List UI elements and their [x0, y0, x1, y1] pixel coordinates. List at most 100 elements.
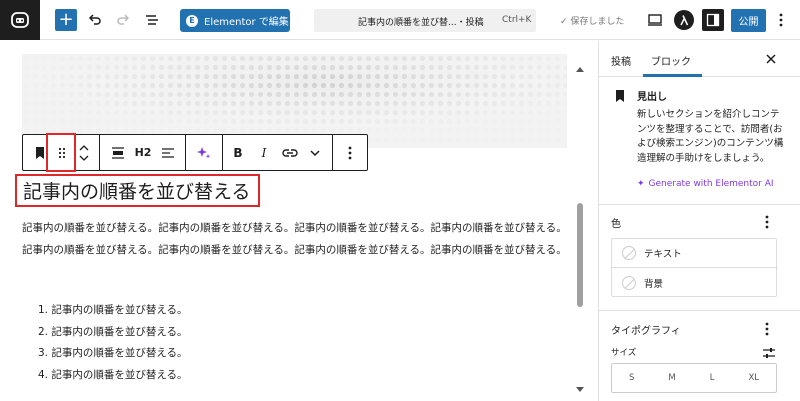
jetpack-button[interactable] [674, 10, 694, 30]
move-up-down-button[interactable] [75, 135, 93, 170]
bold-button[interactable]: B [227, 135, 249, 170]
italic-button[interactable]: I [253, 135, 275, 170]
lambda-icon [680, 15, 689, 26]
list-item[interactable]: 1. 記事内の順番を並び替える。 [38, 300, 188, 322]
caret-down-icon [576, 387, 584, 392]
color-options-button[interactable] [765, 214, 773, 229]
undo-button[interactable] [86, 11, 104, 29]
more-vertical-icon [765, 215, 769, 229]
background-color-option[interactable]: 背景 [612, 268, 778, 297]
settings-sidebar-toggle[interactable] [702, 9, 724, 31]
tab-post[interactable]: 投稿 [611, 53, 631, 68]
color-swatch-icon [622, 275, 636, 290]
italic-icon: I [261, 145, 267, 160]
ai-button[interactable] [192, 135, 216, 170]
plus-icon: + [58, 9, 74, 30]
document-overview-button[interactable] [143, 11, 161, 29]
heading-block[interactable]: 記事内の順番を並び替える [23, 177, 250, 204]
options-button[interactable] [772, 11, 790, 29]
ai-link-label: Generate with Elementor AI [648, 179, 774, 189]
active-tab-indicator [643, 74, 702, 77]
sparkle-icon [197, 146, 211, 158]
size-option-m[interactable]: M [668, 373, 675, 383]
typography-panel-title: タイポグラフィ [611, 326, 681, 337]
list-item[interactable]: 4. 記事内の順番を並び替える。 [38, 365, 188, 387]
panel-divider [599, 204, 800, 205]
text-align-button[interactable] [157, 135, 179, 170]
panel-divider [599, 310, 800, 311]
command-shortcut: Ctrl+K [502, 15, 532, 25]
bookmark-icon [36, 146, 44, 159]
more-vertical-icon [765, 322, 769, 336]
redo-button[interactable] [114, 11, 132, 29]
undo-icon [88, 14, 101, 25]
custom-size-button[interactable] [762, 344, 776, 358]
more-vertical-icon [348, 146, 352, 159]
editor-header: + E Elementor で編集 記事内の順番を並び替...・投稿 Ctrl+… [0, 0, 800, 40]
toolbar-divider [99, 135, 100, 170]
sidebar-tabs: 投稿 ブロック [599, 41, 800, 77]
elementor-icon: E [186, 14, 198, 27]
close-icon [766, 54, 776, 64]
elementor-button-label: Elementor で編集 [204, 17, 289, 28]
align-none-icon [112, 146, 124, 159]
color-swatch-icon [622, 246, 636, 260]
heading-level-button[interactable]: H2 [131, 135, 155, 170]
command-title: 記事内の順番を並び替...・投稿 [358, 18, 484, 28]
generate-with-ai-link[interactable]: ✦ Generate with Elementor AI [637, 179, 774, 189]
settings-sidebar: 投稿 ブロック 見出し 新しいセクションを紹介しコンテンツを整理することで、訪問… [598, 41, 800, 401]
text-color-label: テキスト [644, 249, 682, 260]
typography-options-button[interactable] [765, 321, 773, 336]
text-color-option[interactable]: テキスト [612, 239, 778, 268]
font-size-picker: S M L XL [611, 363, 777, 393]
more-vertical-icon [779, 13, 783, 27]
link-button[interactable] [279, 135, 301, 170]
size-option-xl[interactable]: XL [748, 373, 759, 383]
block-options-button[interactable] [339, 135, 361, 170]
edit-with-elementor-button[interactable]: E Elementor で編集 [180, 9, 290, 32]
chevron-down-icon [310, 149, 320, 156]
block-inserter-button[interactable]: + [55, 9, 77, 31]
list-view-icon [146, 15, 158, 25]
bold-icon: B [233, 145, 243, 160]
chevron-up-down-icon [79, 144, 89, 161]
scroll-down-arrow[interactable] [576, 378, 584, 392]
caret-up-icon [576, 67, 584, 72]
block-card-description: 新しいセクションを紹介しコンテンツを整理することで、訪問者(および検索エンジン)… [637, 109, 784, 164]
sparkle-icon: ✦ [637, 179, 645, 189]
color-settings: テキスト 背景 [611, 238, 778, 297]
more-rich-text-button[interactable] [305, 135, 325, 170]
publish-button[interactable]: 公開 [731, 9, 766, 32]
toolbar-divider [332, 135, 333, 170]
paragraph-block[interactable]: 記事内の順番を並び替える。記事内の順番を並び替える。記事内の順番を並び替える。記… [22, 217, 570, 261]
align-left-icon [162, 147, 174, 158]
size-option-s[interactable]: S [629, 373, 634, 383]
size-option-l[interactable]: L [710, 373, 715, 383]
toolbar-divider [185, 135, 186, 170]
site-icon [11, 12, 29, 28]
size-label: サイズ [611, 348, 637, 358]
desktop-icon [648, 14, 662, 26]
publish-label: 公開 [738, 17, 759, 28]
toolbar-divider [222, 135, 223, 170]
list-item[interactable]: 3. 記事内の順番を並び替える。 [38, 343, 188, 365]
wordpress-logo[interactable] [0, 0, 40, 40]
sidebar-icon [706, 13, 720, 27]
heading-block-icon [616, 90, 624, 102]
editor-scrollbar-thumb[interactable] [577, 203, 583, 307]
settings-sliders-icon [763, 348, 775, 358]
redo-icon [117, 14, 130, 25]
scroll-up-arrow[interactable] [576, 57, 584, 72]
heading-level-label: H2 [134, 146, 152, 159]
link-icon [282, 148, 298, 157]
list-item[interactable]: 2. 記事内の順番を並び替える。 [38, 322, 188, 344]
command-palette-bar[interactable]: 記事内の順番を並び替...・投稿 Ctrl+K [314, 9, 536, 32]
block-card-title: 見出し [637, 92, 667, 103]
color-panel-title: 色 [611, 219, 621, 230]
align-button[interactable] [107, 135, 129, 170]
list-block[interactable]: 1. 記事内の順番を並び替える。 2. 記事内の順番を並び替える。 3. 記事内… [38, 300, 188, 386]
preview-button[interactable] [646, 11, 664, 29]
tab-block[interactable]: ブロック [651, 53, 691, 68]
close-sidebar-button[interactable] [765, 53, 777, 65]
saved-status: ✓ 保存しました [560, 17, 625, 27]
